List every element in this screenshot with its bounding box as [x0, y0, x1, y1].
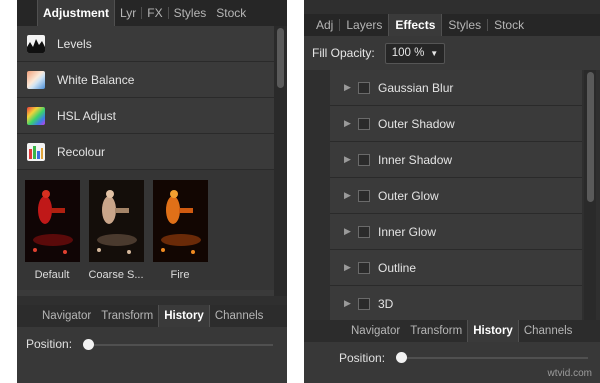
effect-checkbox[interactable] — [358, 261, 370, 274]
adjustment-list: Levels White Balance HSL Adjust Recolour — [17, 26, 274, 296]
effect-item-gaussian-blur[interactable]: ▶ Gaussian Blur — [330, 70, 582, 106]
position-label: Position: — [339, 351, 386, 365]
right-tab-bar: Adj Layers Effects Styles Stock — [304, 14, 600, 36]
effect-label: Gaussian Blur — [378, 80, 454, 95]
preset-thumbnail-fire[interactable] — [153, 180, 208, 262]
tab-transform[interactable]: Transform — [405, 320, 467, 342]
effect-item-outer-glow[interactable]: ▶ Outer Glow — [330, 178, 582, 214]
adjustment-scrollbar[interactable] — [274, 26, 287, 296]
effect-label: Inner Glow — [378, 224, 437, 239]
position-slider-knob[interactable] — [396, 352, 407, 363]
tab-stock[interactable]: Stock — [488, 14, 530, 36]
effect-checkbox[interactable] — [358, 117, 370, 130]
effect-checkbox[interactable] — [358, 189, 370, 202]
tab-styles[interactable]: Styles — [442, 14, 487, 36]
levels-icon — [27, 34, 45, 53]
effect-item-inner-glow[interactable]: ▶ Inner Glow — [330, 214, 582, 250]
tab-lyr[interactable]: Lyr — [115, 0, 141, 26]
effect-item-outer-shadow[interactable]: ▶ Outer Shadow — [330, 106, 582, 142]
effect-checkbox[interactable] — [358, 297, 370, 310]
effect-label: Outer Shadow — [378, 116, 455, 131]
tab-history[interactable]: History — [158, 305, 210, 327]
recolour-icon — [27, 142, 45, 161]
left-tab-bar: Adjustment Lyr FX Styles Stock — [17, 0, 287, 26]
effect-checkbox[interactable] — [358, 225, 370, 238]
preset-label-fire: Fire — [170, 269, 190, 281]
preset-label-default: Default — [34, 269, 70, 281]
expand-arrow-icon[interactable]: ▶ — [344, 262, 358, 273]
effect-item-inner-shadow[interactable]: ▶ Inner Shadow — [330, 142, 582, 178]
tab-transform[interactable]: Transform — [96, 305, 158, 327]
tab-history[interactable]: History — [467, 320, 519, 342]
expand-arrow-icon[interactable]: ▶ — [344, 190, 358, 201]
adjustment-label: HSL Adjust — [57, 108, 116, 123]
effect-checkbox[interactable] — [358, 81, 370, 94]
tab-navigator[interactable]: Navigator — [346, 320, 405, 342]
adjustment-item-levels[interactable]: Levels — [17, 26, 274, 62]
effect-label: Inner Shadow — [378, 152, 453, 167]
adjustment-item-hsl-adjust[interactable]: HSL Adjust — [17, 98, 274, 134]
tab-adjustment[interactable]: Adjustment — [37, 0, 115, 26]
effect-label: Outline — [378, 260, 417, 275]
effects-list: ▶ Gaussian Blur ▶ Outer Shadow ▶ Inner S… — [330, 70, 582, 320]
adjustment-label: White Balance — [57, 72, 135, 87]
position-label: Position: — [26, 337, 73, 351]
fill-opacity-value: 100 % — [391, 47, 425, 59]
tab-navigator[interactable]: Navigator — [37, 305, 96, 327]
chevron-down-icon: ▼ — [430, 48, 439, 58]
tab-stock[interactable]: Stock — [211, 0, 251, 26]
tab-fx[interactable]: FX — [142, 0, 167, 26]
watermark-text: wtvid.com — [547, 368, 592, 379]
expand-arrow-icon[interactable]: ▶ — [344, 82, 358, 93]
fill-opacity-dropdown[interactable]: 100 % ▼ — [384, 42, 446, 64]
expand-arrow-icon[interactable]: ▶ — [344, 154, 358, 165]
effect-label: Outer Glow — [378, 188, 439, 203]
effects-scrollbar[interactable] — [584, 70, 596, 320]
right-bottom-tab-bar: Navigator Transform History Channels — [304, 320, 600, 342]
scrollbar-thumb[interactable] — [587, 72, 594, 202]
adjustment-item-recolour[interactable]: Recolour — [17, 134, 274, 170]
scrollbar-thumb[interactable] — [277, 28, 284, 88]
adjustment-label: Levels — [57, 36, 92, 51]
expand-arrow-icon[interactable]: ▶ — [344, 298, 358, 309]
effect-item-3d[interactable]: ▶ 3D — [330, 286, 582, 320]
fill-opacity-label: Fill Opacity: — [312, 46, 375, 60]
adjustment-panel: Adjustment Lyr FX Styles Stock Levels Wh… — [17, 0, 287, 383]
preset-thumbnail-coarse-s[interactable] — [89, 180, 144, 262]
effect-checkbox[interactable] — [358, 153, 370, 166]
position-slider-track[interactable] — [87, 344, 273, 346]
hsl-adjust-icon — [27, 106, 45, 125]
adjustment-item-white-balance[interactable]: White Balance — [17, 62, 274, 98]
expand-arrow-icon[interactable]: ▶ — [344, 118, 358, 129]
tab-channels[interactable]: Channels — [210, 305, 269, 327]
effects-panel: Adj Layers Effects Styles Stock Fill Opa… — [304, 0, 600, 383]
recolour-presets: Default Coarse S... Fire — [17, 170, 274, 290]
preset-thumbnail-default[interactable] — [25, 180, 80, 262]
white-balance-icon — [27, 70, 45, 89]
fill-opacity-row: Fill Opacity: 100 % ▼ — [304, 36, 600, 70]
expand-arrow-icon[interactable]: ▶ — [344, 226, 358, 237]
preset-label-coarse-s: Coarse S... — [88, 269, 144, 281]
tab-layers[interactable]: Layers — [340, 14, 388, 36]
position-slider-track[interactable] — [402, 357, 588, 359]
tab-effects[interactable]: Effects — [388, 14, 443, 36]
history-panel: Position: — [17, 327, 287, 383]
adjustment-label: Recolour — [57, 144, 106, 159]
effect-item-outline[interactable]: ▶ Outline — [330, 250, 582, 286]
position-slider-knob[interactable] — [83, 339, 94, 350]
effect-label: 3D — [378, 296, 394, 311]
tab-channels[interactable]: Channels — [519, 320, 578, 342]
tab-styles[interactable]: Styles — [169, 0, 212, 26]
tab-adj[interactable]: Adj — [310, 14, 339, 36]
left-bottom-tab-bar: Navigator Transform History Channels — [17, 305, 287, 327]
